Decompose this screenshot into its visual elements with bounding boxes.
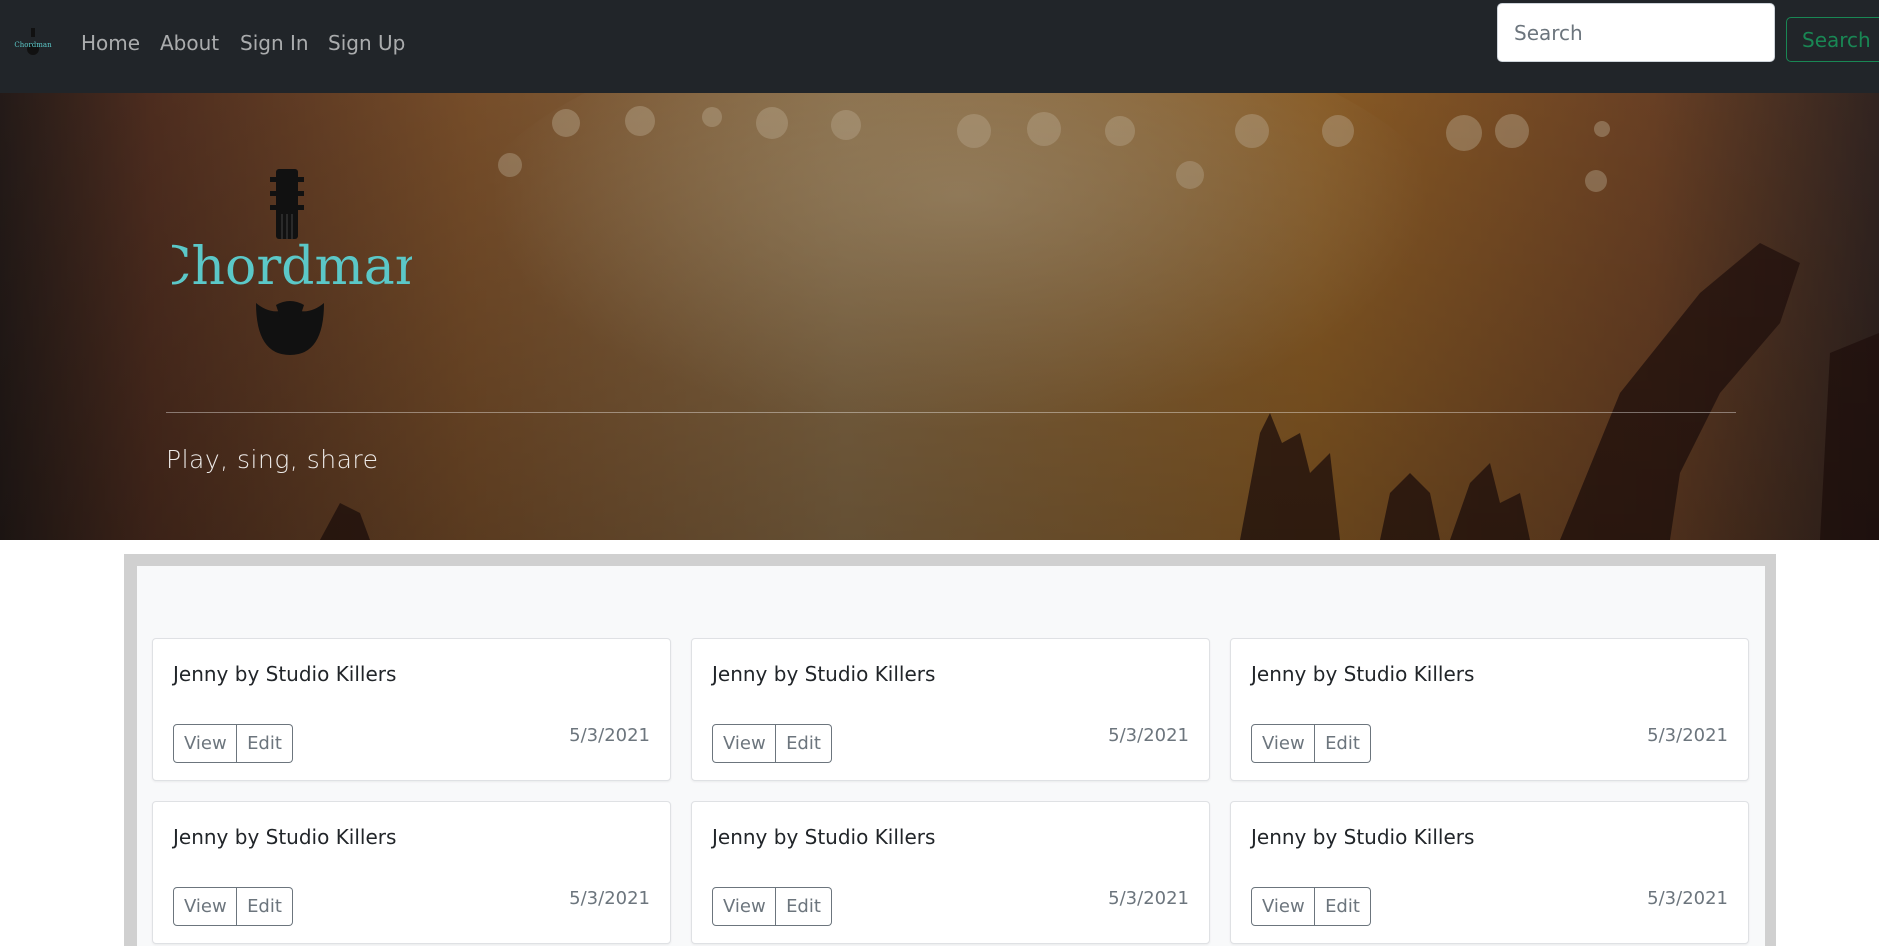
edit-button[interactable]: Edit (237, 724, 293, 763)
song-list-frame: Jenny by Studio Killers View Edit 5/3/20… (124, 554, 1776, 946)
hero-tagline: Play, sing, share (166, 445, 379, 474)
nav-link-sign-in[interactable]: Sign In (240, 30, 309, 56)
song-title: Jenny by Studio Killers (712, 662, 936, 686)
svg-text:Chordman: Chordman (14, 41, 52, 49)
view-button[interactable]: View (1251, 887, 1315, 926)
edit-button[interactable]: Edit (237, 887, 293, 926)
edit-button[interactable]: Edit (1315, 887, 1371, 926)
song-date: 5/3/2021 (1108, 888, 1189, 909)
view-button[interactable]: View (173, 724, 237, 763)
song-actions: View Edit (712, 724, 832, 763)
edit-button[interactable]: Edit (1315, 724, 1371, 763)
view-button[interactable]: View (712, 887, 776, 926)
song-actions: View Edit (173, 724, 293, 763)
hero-banner: Chordman Play, sing, share (0, 93, 1879, 540)
song-date: 5/3/2021 (1647, 888, 1728, 909)
song-title: Jenny by Studio Killers (1251, 825, 1475, 849)
view-button[interactable]: View (1251, 724, 1315, 763)
song-date: 5/3/2021 (1647, 725, 1728, 746)
song-card: Jenny by Studio Killers View Edit 5/3/20… (1230, 801, 1749, 944)
song-date: 5/3/2021 (1108, 725, 1189, 746)
edit-button[interactable]: Edit (776, 724, 832, 763)
view-button[interactable]: View (173, 887, 237, 926)
svg-text:Chordman: Chordman (172, 237, 412, 297)
edit-button[interactable]: Edit (776, 887, 832, 926)
song-card: Jenny by Studio Killers View Edit 5/3/20… (691, 638, 1210, 781)
song-title: Jenny by Studio Killers (712, 825, 936, 849)
brand-logo[interactable]: Chordman (14, 28, 52, 58)
song-actions: View Edit (1251, 724, 1371, 763)
nav-link-sign-up[interactable]: Sign Up (328, 30, 405, 56)
song-date: 5/3/2021 (569, 888, 650, 909)
nav-link-home[interactable]: Home (81, 30, 140, 56)
hero-divider (166, 412, 1736, 413)
search-button[interactable]: Search (1786, 17, 1879, 62)
song-card: Jenny by Studio Killers View Edit 5/3/20… (152, 638, 671, 781)
song-actions: View Edit (712, 887, 832, 926)
song-title: Jenny by Studio Killers (173, 825, 397, 849)
song-card: Jenny by Studio Killers View Edit 5/3/20… (152, 801, 671, 944)
song-title: Jenny by Studio Killers (173, 662, 397, 686)
song-actions: View Edit (173, 887, 293, 926)
song-title: Jenny by Studio Killers (1251, 662, 1475, 686)
nav-link-about[interactable]: About (160, 30, 219, 56)
song-list-container: Jenny by Studio Killers View Edit 5/3/20… (137, 566, 1765, 946)
chordman-logo: Chordman (172, 169, 412, 355)
song-date: 5/3/2021 (569, 725, 650, 746)
navbar: Chordman Home About Sign In Sign Up Sear… (0, 0, 1879, 93)
song-card: Jenny by Studio Killers View Edit 5/3/20… (1230, 638, 1749, 781)
song-card: Jenny by Studio Killers View Edit 5/3/20… (691, 801, 1210, 944)
view-button[interactable]: View (712, 724, 776, 763)
search-input[interactable] (1497, 3, 1775, 62)
song-actions: View Edit (1251, 887, 1371, 926)
